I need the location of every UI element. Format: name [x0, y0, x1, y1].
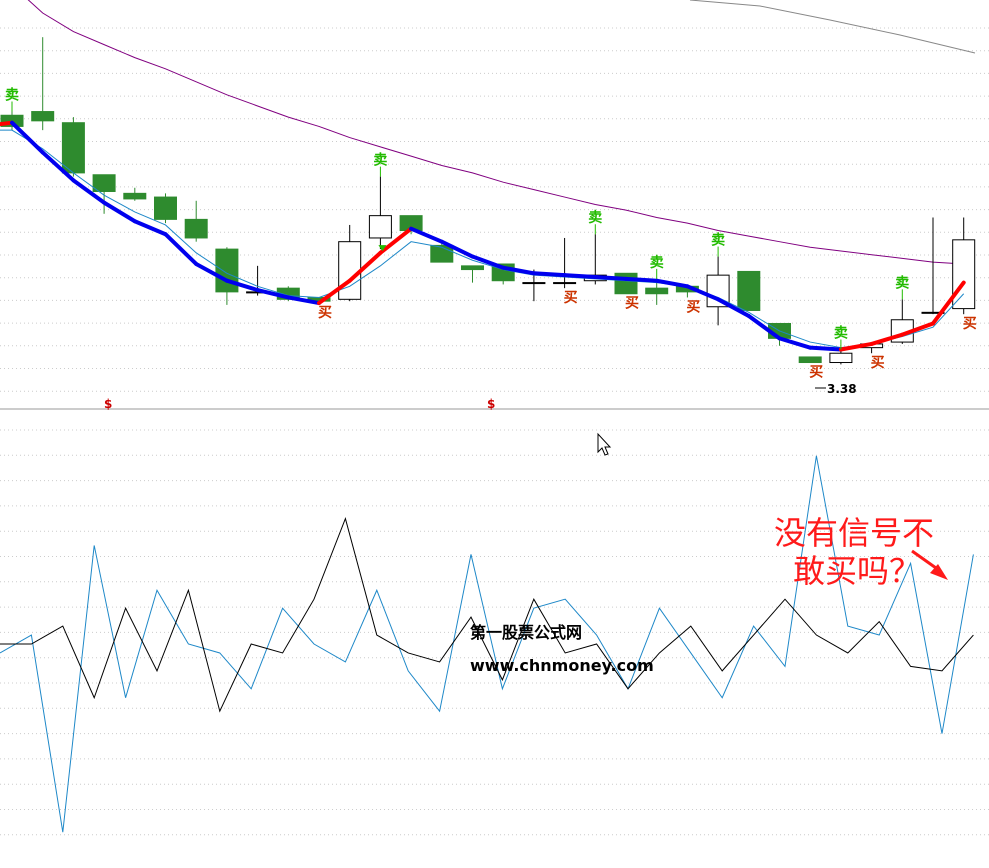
sell-signal-label: 卖 [588, 209, 602, 226]
ma-top-line [689, 0, 976, 54]
buy-signal-label: 买 [963, 316, 977, 332]
candle-body [430, 244, 454, 263]
trend-down-segment [102, 200, 137, 224]
candle-body [461, 265, 484, 271]
stock-chart: 卖卖卖卖卖卖卖买买买买买买买 $ $ 3.38 第一股票公式网 www.chnm… [0, 0, 989, 836]
dollar-marker: $ [104, 397, 112, 411]
watermark-name: 第一股票公式网 [470, 623, 582, 642]
candle-body [31, 111, 55, 122]
dollar-marker: $ [487, 397, 495, 411]
candle-body [522, 282, 546, 285]
candle-body [338, 241, 362, 300]
candle-body [123, 192, 147, 200]
candle-body [368, 215, 392, 239]
annotation-line1: 没有信号不 [774, 514, 934, 552]
sell-signal-label: 卖 [834, 325, 848, 342]
candle-body [184, 218, 208, 239]
grid-lines [0, 27, 989, 836]
sell-signal-label: 卖 [5, 87, 19, 104]
candle-body [737, 270, 761, 311]
oscillator-panel [0, 455, 974, 833]
low-price-value: 3.38 [827, 382, 857, 396]
buy-signal-label: 买 [809, 365, 823, 381]
buy-signal-label: 买 [564, 290, 578, 306]
trend-down-segment [624, 276, 659, 283]
cursor-icon [597, 432, 612, 456]
watermark-url: www.chnmoney.com [470, 656, 654, 675]
buy-signal-label: 买 [318, 305, 332, 321]
buy-signal-label: 买 [871, 355, 885, 371]
trend-down-segment [654, 278, 690, 289]
trend-down-segment [409, 226, 444, 244]
candle-body [614, 272, 638, 295]
buy-signal-label: 买 [625, 296, 639, 312]
trend-up-segment [838, 341, 874, 352]
trend-down-segment [593, 275, 628, 281]
oscillator-line-a [0, 455, 974, 833]
trend-down-segment [562, 273, 598, 280]
candle-body [952, 239, 976, 310]
candle-body [645, 287, 669, 295]
sell-signal-label: 卖 [373, 152, 387, 169]
trend-down-segment [10, 120, 45, 155]
candle-body [798, 356, 822, 364]
low-price-label: 3.38 [815, 382, 857, 396]
candle-body [829, 352, 853, 364]
candle-body [215, 248, 239, 293]
candle-body [154, 196, 177, 220]
sell-signal-label: 卖 [711, 232, 725, 249]
trend-down-segment [808, 345, 843, 352]
candle-body [61, 122, 85, 174]
buy-signal-label: 买 [686, 299, 700, 315]
sell-signal-label: 卖 [650, 254, 664, 271]
sell-signal-label: 卖 [895, 274, 909, 291]
trend-down-segment [531, 271, 567, 278]
ma-short-line [0, 129, 965, 349]
candle-body [92, 174, 116, 192]
candle-body [553, 282, 577, 285]
annotation-line2: 敢买吗？ [793, 552, 921, 590]
